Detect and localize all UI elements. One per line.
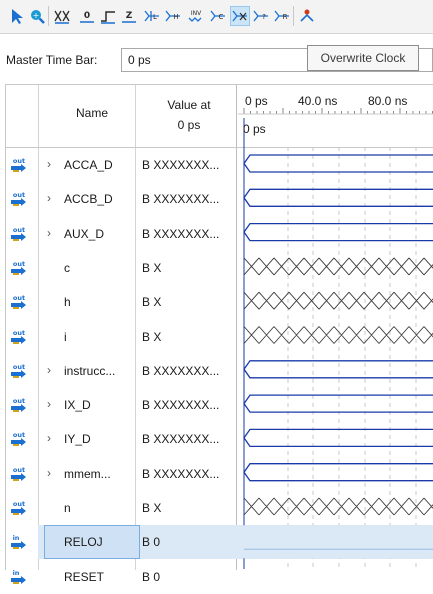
signal-value: B XXXXXXX... xyxy=(142,227,220,241)
output-pin-icon: out xyxy=(10,293,28,311)
svg-text:out: out xyxy=(13,226,25,234)
toolbar-separator xyxy=(293,6,294,26)
toolbar-separator xyxy=(48,6,49,26)
signal-name[interactable]: ACCB_D xyxy=(64,192,113,206)
signal-name[interactable]: IX_D xyxy=(64,398,91,412)
high-impedance-icon[interactable]: Z xyxy=(119,6,139,26)
svg-text:+: + xyxy=(33,11,40,20)
signal-value: B XXXXXXX... xyxy=(142,432,220,446)
name-column-header[interactable]: Name xyxy=(44,106,140,120)
output-pin-icon: out xyxy=(10,156,28,174)
svg-text:out: out xyxy=(13,191,25,199)
expand-chevron-icon[interactable]: › xyxy=(47,363,51,377)
svg-text:out: out xyxy=(13,294,25,302)
master-time-bar-label: Master Time Bar: xyxy=(6,53,98,67)
signal-name[interactable]: h xyxy=(64,295,71,309)
signal-value: B XXXXXXX... xyxy=(142,158,220,172)
output-pin-icon: out xyxy=(10,465,28,483)
time-label-40: 40.0 ns xyxy=(298,94,338,108)
svg-text:out: out xyxy=(13,500,25,508)
signal-name[interactable]: RESET xyxy=(64,570,104,584)
weak-high-icon[interactable]: H xyxy=(163,6,183,26)
output-pin-icon: out xyxy=(10,499,28,517)
signal-name[interactable]: IY_D xyxy=(64,432,91,446)
input-pin-icon: in xyxy=(10,533,28,551)
signal-name[interactable]: ACCA_D xyxy=(64,158,113,172)
svg-text:H: H xyxy=(173,13,178,21)
signal-value: B XXXXXXX... xyxy=(142,398,220,412)
svg-text:out: out xyxy=(13,260,25,268)
overwrite-clock-icon[interactable] xyxy=(230,6,250,26)
output-pin-icon: out xyxy=(10,259,28,277)
weak-low-icon[interactable]: INV xyxy=(186,6,206,26)
unknown-value-icon[interactable] xyxy=(52,6,72,26)
signal-value: B XXXXXXX... xyxy=(142,192,220,206)
arbitrary-value-icon[interactable]: R xyxy=(272,6,292,26)
force-high-icon[interactable] xyxy=(98,6,118,26)
output-pin-icon: out xyxy=(10,225,28,243)
invert-icon[interactable]: L xyxy=(142,6,162,26)
expand-chevron-icon[interactable]: › xyxy=(47,466,51,480)
svg-text:INV: INV xyxy=(191,10,202,17)
time-label-80: 80.0 ns xyxy=(368,94,408,108)
svg-text:out: out xyxy=(13,329,25,337)
svg-text:L: L xyxy=(153,13,157,21)
signal-name[interactable]: c xyxy=(64,261,70,275)
signal-value: B X xyxy=(142,501,162,515)
signal-name[interactable]: n xyxy=(64,501,71,515)
expand-chevron-icon[interactable]: › xyxy=(47,397,51,411)
svg-text:out: out xyxy=(13,397,25,405)
expand-chevron-icon[interactable]: › xyxy=(47,157,51,171)
time-label-0: 0 ps xyxy=(245,94,268,108)
signal-value: B XXXXXXX... xyxy=(142,364,220,378)
cursor-time-label: 0 ps xyxy=(243,122,266,136)
force-low-icon[interactable]: 0 xyxy=(77,6,97,26)
count-value-icon[interactable]: C xyxy=(208,6,228,26)
signal-name[interactable]: AUX_D xyxy=(64,227,104,241)
toolbar: +0 Z L H INV C? R xyxy=(0,0,433,34)
snap-to-transition-icon[interactable] xyxy=(297,6,317,26)
input-pin-icon: in xyxy=(10,568,28,586)
output-pin-icon: out xyxy=(10,430,28,448)
signal-value: B X xyxy=(142,330,162,344)
expand-chevron-icon[interactable]: › xyxy=(47,191,51,205)
waveform-canvas[interactable] xyxy=(238,84,433,585)
random-value-icon[interactable]: ? xyxy=(251,6,271,26)
value-header-line1: Value at xyxy=(167,98,211,112)
svg-text:out: out xyxy=(13,157,25,165)
svg-text:R: R xyxy=(283,13,288,21)
signal-value: B X xyxy=(142,295,162,309)
zoom-icon[interactable]: + xyxy=(27,6,47,26)
output-pin-icon: out xyxy=(10,190,28,208)
signal-name[interactable]: i xyxy=(64,330,67,344)
pointer-icon[interactable] xyxy=(6,6,26,26)
signal-value: B 0 xyxy=(142,570,161,584)
overwrite-clock-tooltip: Overwrite Clock xyxy=(307,45,419,71)
output-pin-icon: out xyxy=(10,328,28,346)
signal-name[interactable]: instrucc... xyxy=(64,364,115,378)
waveform-panel[interactable] xyxy=(238,84,433,585)
expand-chevron-icon[interactable]: › xyxy=(47,226,51,240)
signal-value: B 0 xyxy=(142,535,161,549)
svg-text:out: out xyxy=(13,431,25,439)
signal-name[interactable]: RELOJ xyxy=(64,535,103,549)
svg-text:0: 0 xyxy=(84,11,90,21)
svg-text:in: in xyxy=(13,569,20,577)
output-pin-icon: out xyxy=(10,362,28,380)
svg-text:Z: Z xyxy=(126,11,133,21)
signal-name[interactable]: mmem... xyxy=(64,467,111,481)
signal-value: B XXXXXXX... xyxy=(142,467,220,481)
signal-value: B X xyxy=(142,261,162,275)
svg-text:?: ? xyxy=(262,13,266,21)
expand-chevron-icon[interactable]: › xyxy=(47,431,51,445)
svg-text:out: out xyxy=(13,363,25,371)
selected-wave-bg xyxy=(238,525,433,559)
svg-text:C: C xyxy=(219,13,224,21)
output-pin-icon: out xyxy=(10,396,28,414)
value-header-line2: 0 ps xyxy=(177,118,201,132)
svg-text:out: out xyxy=(13,466,25,474)
value-column-header[interactable]: Value at 0 ps xyxy=(140,95,238,135)
svg-text:in: in xyxy=(13,534,20,542)
